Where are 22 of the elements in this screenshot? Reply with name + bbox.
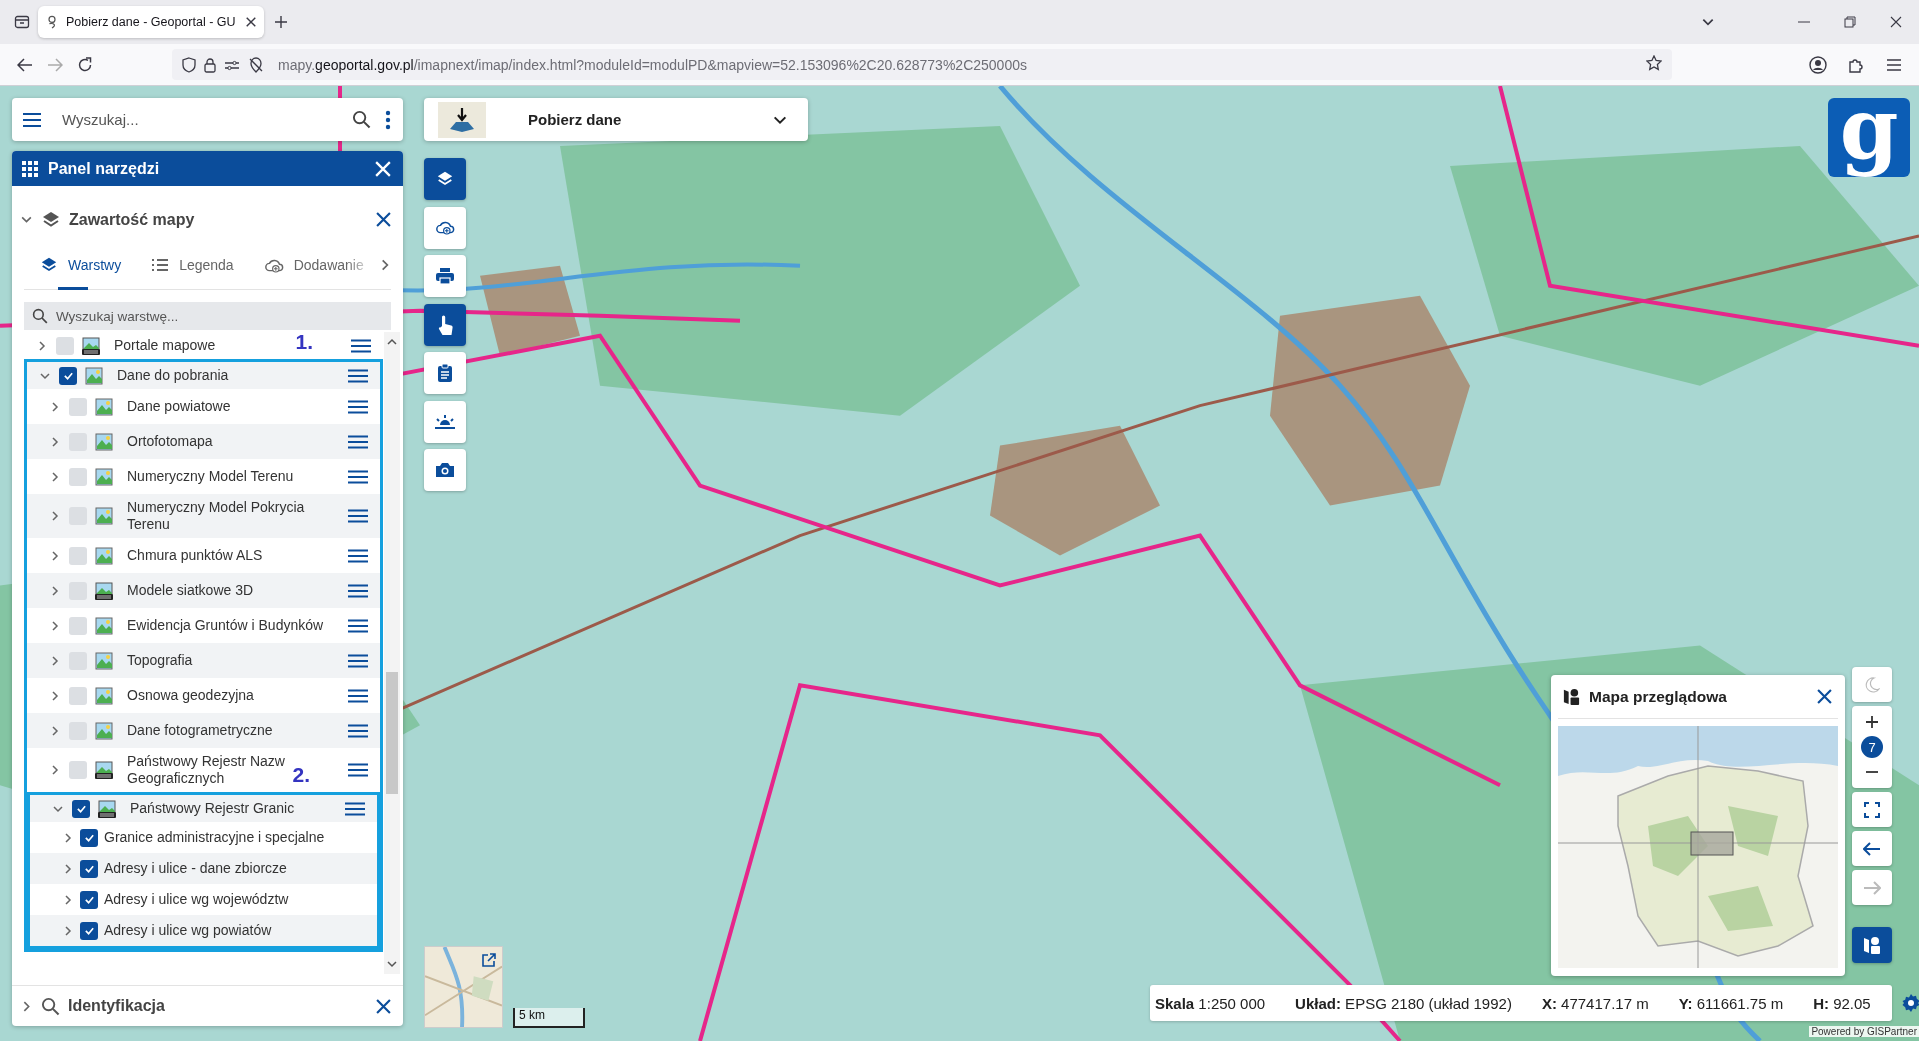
close-icon <box>1890 16 1902 28</box>
arrow-right-icon <box>47 57 63 72</box>
browser-tab[interactable]: Pobierz dane - Geoportal - GU <box>38 6 264 38</box>
close-icon <box>246 17 256 27</box>
lock-icon <box>204 56 216 73</box>
bookmark-star-icon <box>1646 54 1662 71</box>
tab-title: Pobierz dane - Geoportal - GU <box>66 15 237 29</box>
favicon-icon <box>46 15 58 29</box>
permissions-icon <box>224 58 240 71</box>
restore-icon <box>1844 16 1856 28</box>
menu-icon <box>1886 58 1902 71</box>
plus-icon <box>274 15 288 29</box>
tracking-blocked-icon <box>248 56 264 73</box>
shield-icon <box>182 56 196 73</box>
account-icon <box>1809 55 1827 74</box>
address-bar[interactable]: mapy.geoportal.gov.pl/imapnext/imap/index.html?moduleId=modulPD&mapview=52.153096%2C20.628773%2C250000s <box>172 49 1672 80</box>
arrow-left-icon <box>17 57 33 72</box>
url-text: mapy.geoportal.gov.pl/imapnext/imap/index.html?moduleId=modulPD&mapview=52.153096%2C20.628773%2C250000s <box>278 56 1027 73</box>
reload-icon <box>77 56 93 73</box>
new-tab-button[interactable] <box>274 15 288 29</box>
minimize-icon <box>1798 21 1810 23</box>
tab-list-icon <box>14 14 30 30</box>
